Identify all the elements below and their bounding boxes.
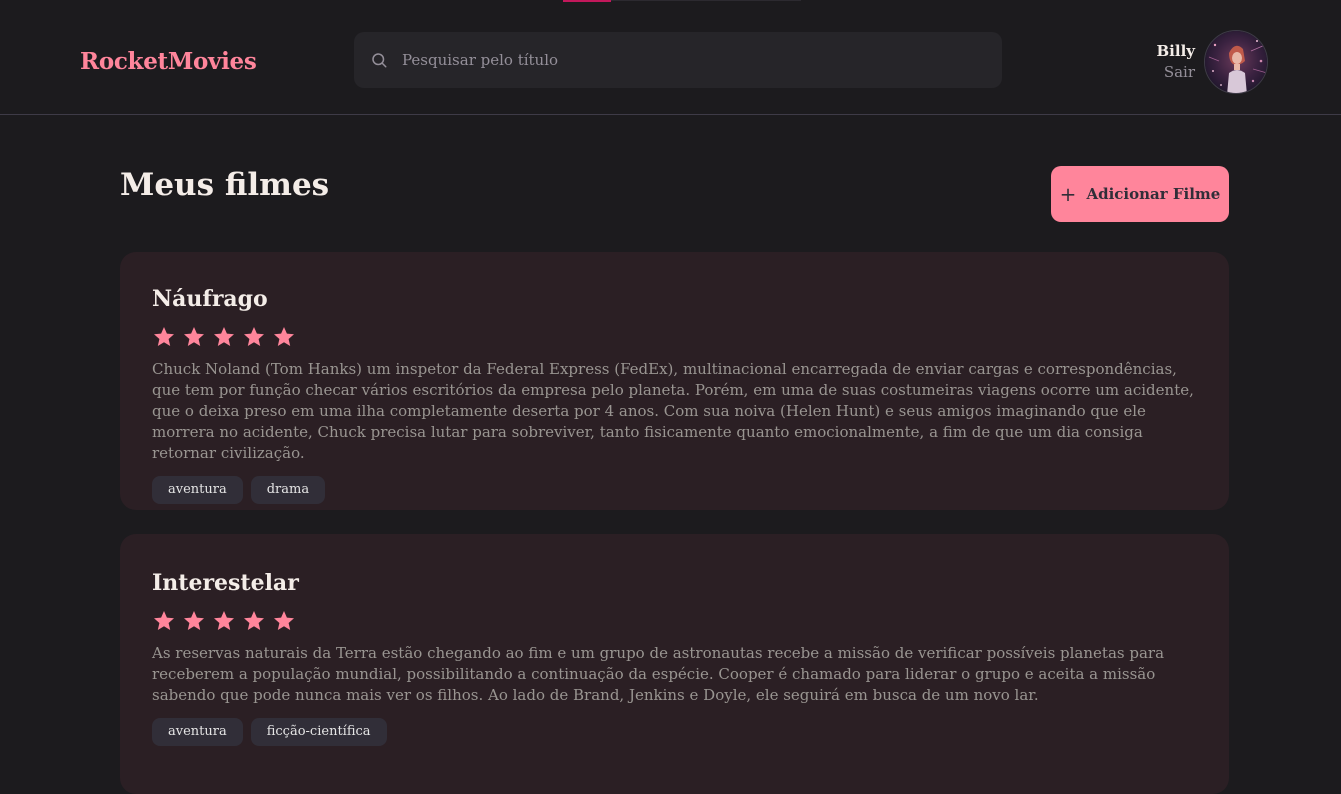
logout-link[interactable]: Sair xyxy=(1157,61,1195,83)
star-icon xyxy=(244,327,264,346)
page-title: Meus filmes xyxy=(120,167,330,203)
star-icon xyxy=(154,611,174,630)
avatar[interactable] xyxy=(1204,30,1268,94)
movie-card[interactable]: Interestelar As reservas naturais da Ter… xyxy=(120,534,1229,794)
plus-icon: + xyxy=(1059,182,1077,206)
star-icon xyxy=(184,611,204,630)
tag: ficção-científica xyxy=(250,718,387,746)
search-input[interactable] xyxy=(400,50,964,70)
movie-title: Náufrago xyxy=(152,286,268,312)
movie-description: As reservas naturais da Terra estão cheg… xyxy=(152,644,1165,704)
tag: aventura xyxy=(152,476,243,504)
star-icon xyxy=(274,327,294,346)
movie-card[interactable]: Náufrago Chuck Noland (Tom Hanks) um ins… xyxy=(120,252,1229,510)
tag: aventura xyxy=(152,718,243,746)
star-icon xyxy=(154,327,174,346)
brand-logo[interactable]: RocketMovies xyxy=(80,48,257,75)
rating-stars xyxy=(152,323,1197,351)
tag-list: aventura ficção-científica xyxy=(152,718,1197,746)
movie-title: Interestelar xyxy=(152,570,299,596)
header: RocketMovies Billy Sair xyxy=(0,0,1341,115)
profile: Billy Sair xyxy=(1156,30,1268,94)
profile-name: Billy xyxy=(1156,42,1196,60)
star-icon xyxy=(244,611,264,630)
star-icon xyxy=(274,611,294,630)
search-bar[interactable] xyxy=(354,32,1002,88)
tag-list: aventura drama xyxy=(152,476,1197,504)
star-icon xyxy=(214,327,234,346)
rating-stars xyxy=(152,607,1197,635)
tag: drama xyxy=(250,476,326,504)
add-movie-button[interactable]: + Adicionar Filme xyxy=(1051,166,1229,222)
search-icon xyxy=(372,53,387,68)
movie-description: Chuck Noland (Tom Hanks) um inspetor da … xyxy=(152,360,1194,462)
star-icon xyxy=(184,327,204,346)
star-icon xyxy=(214,611,234,630)
add-movie-label: Adicionar Filme xyxy=(1086,185,1221,203)
